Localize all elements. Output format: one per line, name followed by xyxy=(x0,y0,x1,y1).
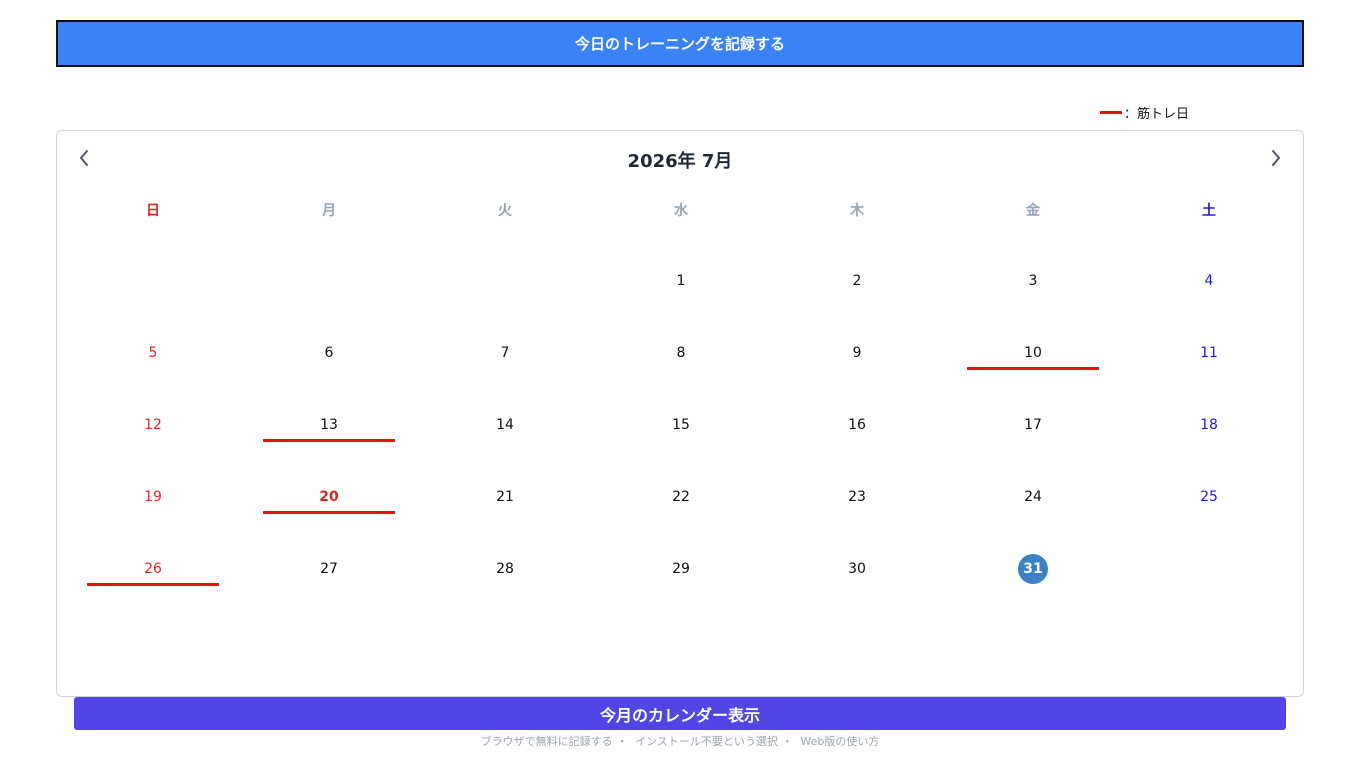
day-cell-8[interactable]: 8 xyxy=(593,317,769,389)
day-cell-26[interactable]: 26 xyxy=(65,533,241,605)
legend: ：筋トレ日 xyxy=(1100,102,1189,122)
day-number: 16 xyxy=(848,417,866,433)
day-number: 4 xyxy=(1204,273,1214,289)
chevron-right-icon xyxy=(1272,150,1280,166)
day-cell-2[interactable]: 2 xyxy=(769,245,945,317)
calendar: 2026年 7月 日 月 火 水 木 金 土 1 2 3 4 5 6 7 8 9… xyxy=(56,130,1304,697)
day-cell-12[interactable]: 12 xyxy=(65,389,241,461)
day-cell-29[interactable]: 29 xyxy=(593,533,769,605)
day-number: 17 xyxy=(1024,417,1042,433)
day-cell-5[interactable]: 5 xyxy=(65,317,241,389)
day-number: 7 xyxy=(500,345,510,361)
day-number: 2 xyxy=(852,273,862,289)
weekday-thursday: 木 xyxy=(850,203,864,219)
day-cell-3[interactable]: 3 xyxy=(945,245,1121,317)
day-cell-30[interactable]: 30 xyxy=(769,533,945,605)
day-number: 25 xyxy=(1200,489,1218,505)
month-title: 2026年 7月 xyxy=(627,151,733,172)
day-cell-4[interactable]: 4 xyxy=(1121,245,1297,317)
day-cell-24[interactable]: 24 xyxy=(945,461,1121,533)
footer-link-browser-record[interactable]: ブラウザで無料に記録する xyxy=(481,735,613,748)
training-day-mark xyxy=(263,439,395,442)
day-cell-14[interactable]: 14 xyxy=(417,389,593,461)
day-cell-18[interactable]: 18 xyxy=(1121,389,1297,461)
day-cell-21[interactable]: 21 xyxy=(417,461,593,533)
day-number: 18 xyxy=(1200,417,1218,433)
training-day-mark xyxy=(967,367,1099,370)
empty-day-cell xyxy=(417,245,593,317)
day-number: 6 xyxy=(324,345,334,361)
day-number: 29 xyxy=(672,561,690,577)
day-cell-16[interactable]: 16 xyxy=(769,389,945,461)
day-number: 23 xyxy=(848,489,866,505)
day-cell-6[interactable]: 6 xyxy=(241,317,417,389)
day-number: 20 xyxy=(319,489,339,505)
legend-label: ：筋トレ日 xyxy=(1124,106,1190,122)
day-number: 3 xyxy=(1028,273,1038,289)
day-cell-9[interactable]: 9 xyxy=(769,317,945,389)
empty-day-cell xyxy=(1121,533,1297,605)
footer-link-web-guide[interactable]: Web版の使い方 xyxy=(800,735,879,748)
day-number: 24 xyxy=(1024,489,1042,505)
day-number: 14 xyxy=(496,417,514,433)
day-number: 27 xyxy=(320,561,338,577)
day-cell-22[interactable]: 22 xyxy=(593,461,769,533)
day-cell-28[interactable]: 28 xyxy=(417,533,593,605)
day-number: 21 xyxy=(496,489,514,505)
empty-day-cell xyxy=(65,245,241,317)
day-cell-20[interactable]: 20 xyxy=(241,461,417,533)
day-number: 22 xyxy=(672,489,690,505)
footer-separator: ・ xyxy=(616,735,628,748)
training-day-mark xyxy=(263,511,395,514)
day-cell-15[interactable]: 15 xyxy=(593,389,769,461)
training-day-mark xyxy=(87,583,219,586)
empty-day-cell xyxy=(241,245,417,317)
day-cell-10[interactable]: 10 xyxy=(945,317,1121,389)
day-number: 26 xyxy=(144,561,162,577)
day-cell-1[interactable]: 1 xyxy=(593,245,769,317)
day-cell-11[interactable]: 11 xyxy=(1121,317,1297,389)
day-cell-19[interactable]: 19 xyxy=(65,461,241,533)
weekday-monday: 月 xyxy=(322,203,336,219)
day-cell-7[interactable]: 7 xyxy=(417,317,593,389)
day-number: 12 xyxy=(144,417,162,433)
weekday-sunday: 日 xyxy=(146,203,160,219)
day-number: 15 xyxy=(672,417,690,433)
day-number: 1 xyxy=(676,273,686,289)
day-number: 10 xyxy=(1024,345,1042,361)
day-cell-23[interactable]: 23 xyxy=(769,461,945,533)
footer-separator: ・ xyxy=(781,735,793,748)
record-training-button[interactable]: 今日のトレーニングを記録する xyxy=(56,20,1304,67)
day-cell-31[interactable]: 31 xyxy=(945,533,1121,605)
next-month-button[interactable] xyxy=(1263,145,1289,171)
weekday-saturday: 土 xyxy=(1202,203,1216,219)
day-number: 11 xyxy=(1200,345,1218,361)
weekday-wednesday: 水 xyxy=(674,203,688,219)
day-cell-13[interactable]: 13 xyxy=(241,389,417,461)
day-number: 19 xyxy=(144,489,162,505)
day-number: 30 xyxy=(848,561,866,577)
day-number: 28 xyxy=(496,561,514,577)
day-cell-27[interactable]: 27 xyxy=(241,533,417,605)
day-number: 31 xyxy=(1018,554,1048,584)
weekday-tuesday: 火 xyxy=(498,203,512,219)
weekday-friday: 金 xyxy=(1026,203,1040,219)
day-number: 8 xyxy=(676,345,686,361)
calendar-grid: 日 月 火 水 木 金 土 1 2 3 4 5 6 7 8 9 10 11 12… xyxy=(65,189,1297,605)
show-month-calendar-button[interactable]: 今月のカレンダー表示 xyxy=(74,697,1286,730)
legend-line-swatch xyxy=(1100,110,1122,114)
day-number: 9 xyxy=(852,345,862,361)
footer-links: ブラウザで無料に記録する・ インストール不要という選択・ Web版の使い方 xyxy=(0,733,1360,749)
footer-link-no-install[interactable]: インストール不要という選択 xyxy=(635,735,778,748)
day-number: 13 xyxy=(320,417,338,433)
day-cell-17[interactable]: 17 xyxy=(945,389,1121,461)
day-number: 5 xyxy=(148,345,158,361)
day-cell-25[interactable]: 25 xyxy=(1121,461,1297,533)
